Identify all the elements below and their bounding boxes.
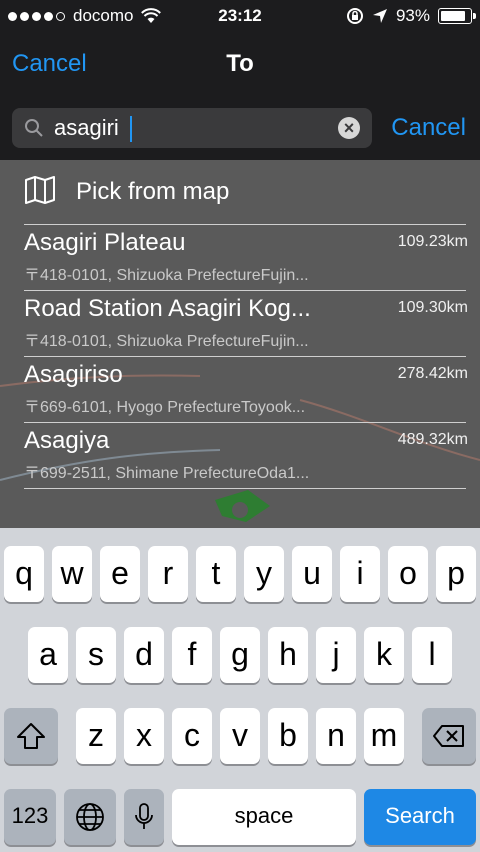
result-item[interactable]: Asagiya 〒699-2511, Shimane PrefectureOda…	[24, 423, 468, 489]
shift-icon	[17, 723, 45, 749]
key-o[interactable]: o	[388, 546, 428, 602]
backspace-icon	[433, 725, 464, 747]
key-w[interactable]: w	[52, 546, 92, 602]
result-item[interactable]: Asagiri Plateau 〒418-0101, Shizuoka Pref…	[24, 225, 468, 291]
microphone-icon	[135, 803, 153, 829]
status-right: 93%	[346, 6, 476, 26]
result-address: 〒418-0101, Shizuoka PrefectureFujin...	[24, 267, 309, 284]
search-key[interactable]: Search	[364, 789, 476, 845]
key-q[interactable]: q	[4, 546, 44, 602]
key-d[interactable]: d	[124, 627, 164, 683]
result-address: 〒418-0101, Shizuoka PrefectureFujin...	[24, 333, 309, 350]
clear-icon[interactable]: ×	[338, 117, 360, 139]
text-caret	[130, 116, 132, 142]
pick-from-map-label: Pick from map	[76, 178, 230, 205]
key-a[interactable]: a	[28, 627, 68, 683]
key-f[interactable]: f	[172, 627, 212, 683]
navigation-bar: Cancel To	[0, 32, 480, 94]
key-g[interactable]: g	[220, 627, 260, 683]
battery-icon	[438, 8, 476, 24]
key-m[interactable]: m	[364, 708, 404, 764]
search-icon	[25, 119, 43, 137]
key-u[interactable]: u	[292, 546, 332, 602]
search-field[interactable]: ×	[12, 108, 372, 148]
result-item[interactable]: Road Station Asagiri Kog... 〒418-0101, S…	[24, 291, 468, 357]
key-x[interactable]: x	[124, 708, 164, 764]
key-n[interactable]: n	[316, 708, 356, 764]
key-p[interactable]: p	[436, 546, 476, 602]
location-arrow-icon	[372, 9, 387, 23]
result-address: 〒669-6101, Hyogo PrefectureToyook...	[24, 399, 306, 416]
key-r[interactable]: r	[148, 546, 188, 602]
result-address: 〒699-2511, Shimane PrefectureOda1...	[24, 465, 310, 482]
result-name: Asagiriso	[24, 361, 123, 388]
key-t[interactable]: t	[196, 546, 236, 602]
delete-key[interactable]	[422, 708, 476, 764]
result-name: Asagiri Plateau	[24, 229, 186, 256]
numbers-key[interactable]: 123	[4, 789, 56, 845]
key-h[interactable]: h	[268, 627, 308, 683]
shift-key[interactable]	[4, 708, 58, 764]
result-distance: 109.30km	[397, 299, 468, 316]
key-c[interactable]: c	[172, 708, 212, 764]
search-input[interactable]	[54, 112, 324, 144]
search-results: Pick from map Asagiri Plateau 〒418-0101,…	[0, 160, 480, 528]
globe-key[interactable]	[64, 789, 116, 845]
key-j[interactable]: j	[316, 627, 356, 683]
dictation-key[interactable]	[124, 789, 164, 845]
space-key[interactable]: space	[172, 789, 356, 845]
result-distance: 489.32km	[397, 431, 468, 448]
search-bar: × Cancel	[0, 94, 480, 160]
result-distance: 278.42km	[397, 365, 468, 382]
key-z[interactable]: z	[76, 708, 116, 764]
orientation-lock-icon	[346, 8, 363, 24]
page-title: To	[226, 50, 254, 77]
globe-icon	[76, 803, 104, 831]
key-y[interactable]: y	[244, 546, 284, 602]
result-name: Road Station Asagiri Kog...	[24, 295, 311, 322]
battery-percent: 93%	[395, 6, 430, 25]
key-i[interactable]: i	[340, 546, 380, 602]
result-distance: 109.23km	[397, 233, 468, 250]
search-cancel-button[interactable]: Cancel	[391, 114, 466, 142]
map-icon	[25, 176, 55, 204]
key-s[interactable]: s	[76, 627, 116, 683]
key-l[interactable]: l	[412, 627, 452, 683]
key-k[interactable]: k	[364, 627, 404, 683]
result-name: Asagiya	[24, 427, 110, 454]
key-b[interactable]: b	[268, 708, 308, 764]
result-item[interactable]: Asagiriso 〒669-6101, Hyogo PrefectureToy…	[24, 357, 468, 423]
keyboard: q w e r t y u i o p a s d f g h j k l z …	[0, 528, 480, 852]
pick-from-map-row[interactable]: Pick from map	[24, 160, 466, 225]
key-v[interactable]: v	[220, 708, 260, 764]
status-bar: docomo 23:12 93%	[0, 0, 480, 32]
key-e[interactable]: e	[100, 546, 140, 602]
